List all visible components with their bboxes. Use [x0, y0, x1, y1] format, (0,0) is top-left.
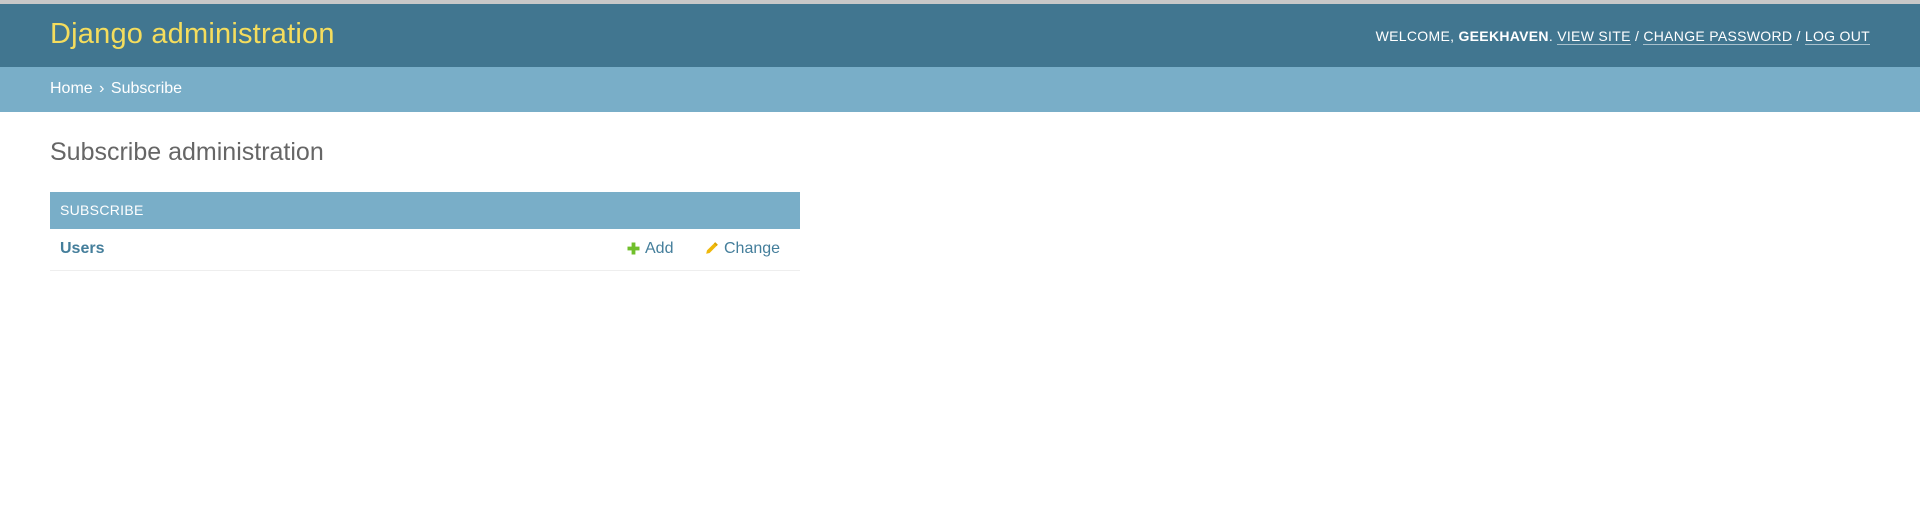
header: Django administration WELCOME, GEEKHAVEN… [0, 4, 1920, 67]
user-tools: WELCOME, GEEKHAVEN. VIEW SITE / CHANGE P… [1375, 28, 1870, 45]
breadcrumb-current: Subscribe [110, 80, 183, 97]
add-label: Add [645, 240, 674, 257]
change-label: Change [724, 240, 781, 257]
pencil-icon [705, 241, 719, 260]
user-tools-separator: / [1634, 28, 1640, 44]
change-users-link[interactable]: Change [705, 240, 780, 260]
view-site-link[interactable]: VIEW SITE [1557, 28, 1631, 45]
welcome-label: WELCOME, [1375, 28, 1455, 44]
plus-icon [627, 242, 640, 260]
app-module-subscribe: SUBSCRIBE Users Add Change [50, 192, 800, 271]
breadcrumb: Home › Subscribe [0, 67, 1920, 112]
log-out-link[interactable]: LOG OUT [1804, 28, 1870, 45]
breadcrumb-separator: › [99, 80, 105, 97]
module-caption[interactable]: SUBSCRIBE [50, 192, 800, 229]
add-users-link[interactable]: Add [627, 240, 673, 260]
page-title: Subscribe administration [50, 138, 324, 166]
username-suffix: . [1548, 28, 1554, 44]
model-link-users[interactable]: Users [60, 240, 104, 258]
user-tools-separator: / [1796, 28, 1801, 44]
breadcrumb-home-link[interactable]: Home [50, 80, 93, 97]
change-password-link[interactable]: CHANGE PASSWORD [1643, 28, 1793, 45]
site-title-link[interactable]: Django administration [50, 18, 335, 51]
username: GEEKHAVEN [1458, 28, 1549, 44]
table-row: Users Add Change [50, 229, 800, 271]
module-caption-label: SUBSCRIBE [60, 202, 144, 218]
